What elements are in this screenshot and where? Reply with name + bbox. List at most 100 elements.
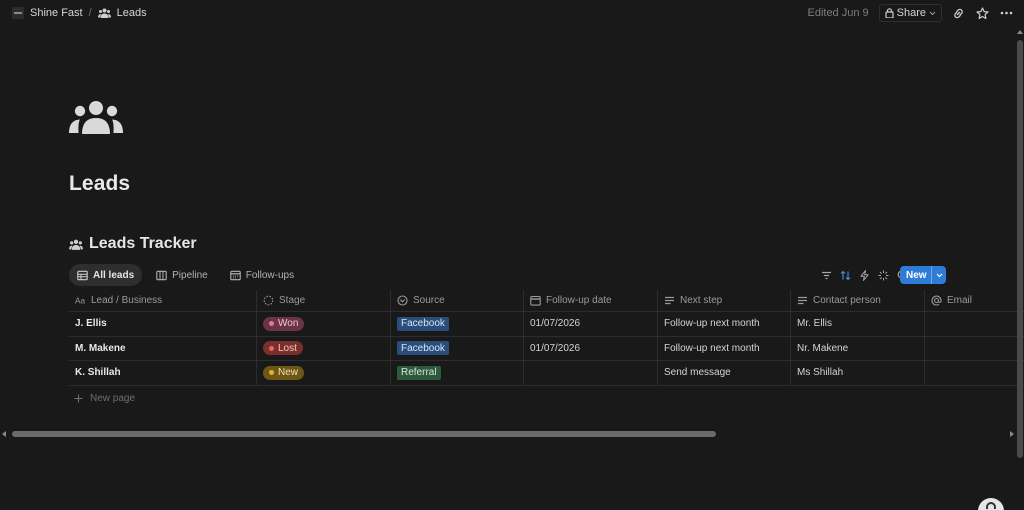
edited-timestamp: Edited Jun 9 bbox=[807, 7, 869, 19]
stage-cell[interactable]: New bbox=[257, 361, 391, 385]
email-cell[interactable] bbox=[925, 361, 1024, 385]
page-title[interactable]: Leads bbox=[69, 172, 130, 196]
column-header-follow-up-date[interactable]: Follow-up date bbox=[524, 290, 658, 311]
stage-dot bbox=[269, 345, 274, 351]
email-cell[interactable] bbox=[925, 312, 1024, 336]
workspace-logo-icon[interactable] bbox=[12, 7, 24, 19]
plus-icon bbox=[74, 394, 83, 403]
column-header-lead[interactable]: Aa Lead / Business bbox=[69, 290, 257, 311]
share-label: Share bbox=[896, 7, 926, 19]
database-title-text: Leads Tracker bbox=[89, 235, 197, 252]
follow-up-date-cell[interactable]: 01/07/2026 bbox=[524, 312, 658, 336]
column-label: Email bbox=[947, 295, 973, 306]
stage-cell[interactable]: Lost bbox=[257, 336, 391, 360]
stage-badge: Won bbox=[263, 316, 305, 331]
tab-all-leads[interactable]: All leads bbox=[69, 264, 143, 286]
date-icon bbox=[530, 295, 541, 306]
stage-dot bbox=[269, 321, 274, 327]
next-step-cell[interactable]: Follow-up next month bbox=[658, 336, 791, 360]
page-people-icon[interactable] bbox=[68, 100, 124, 134]
top-right-actions: Edited Jun 9 Share bbox=[807, 3, 1014, 23]
follow-up-date-cell[interactable] bbox=[524, 361, 658, 385]
more-options-icon[interactable] bbox=[998, 5, 1014, 21]
people-icon bbox=[69, 239, 83, 250]
chevron-down-icon[interactable] bbox=[931, 266, 946, 284]
column-label: Next step bbox=[680, 295, 723, 306]
new-page-label: New page bbox=[90, 393, 136, 404]
top-bar: Shine Fast / Leads Edited Jun 9 Share bbox=[0, 0, 1024, 26]
help-button[interactable] bbox=[978, 498, 1004, 510]
calendar-icon bbox=[229, 270, 241, 280]
source-tag: Facebook bbox=[397, 316, 449, 331]
text-icon bbox=[665, 296, 674, 305]
follow-up-date-cell[interactable]: 01/07/2026 bbox=[524, 336, 658, 360]
source-cell[interactable]: Facebook bbox=[391, 336, 524, 360]
select-icon bbox=[397, 295, 408, 306]
new-page-button[interactable]: New page bbox=[74, 393, 135, 404]
column-label: Follow-up date bbox=[546, 295, 612, 306]
svg-text:Aa: Aa bbox=[75, 297, 86, 306]
lock-icon bbox=[885, 8, 894, 18]
table-row[interactable]: M. Makene Lost Facebook 01/07/2026 Follo… bbox=[69, 336, 1024, 361]
column-header-next-step[interactable]: Next step bbox=[658, 290, 791, 311]
tab-label: Follow-ups bbox=[245, 269, 295, 281]
source-cell[interactable]: Referral bbox=[391, 361, 524, 385]
breadcrumb-separator: / bbox=[88, 7, 92, 19]
next-step-cell[interactable]: Follow-up next month bbox=[658, 312, 791, 336]
sort-icon[interactable] bbox=[839, 269, 851, 281]
column-header-email[interactable]: Email bbox=[925, 290, 1024, 311]
table-row[interactable]: J. Ellis Won Facebook 01/07/2026 Follow-… bbox=[69, 312, 1024, 337]
filter-icon[interactable] bbox=[820, 269, 832, 281]
stage-label: Won bbox=[278, 318, 299, 330]
view-tabs: All leads Pipeline Follow-ups bbox=[69, 264, 302, 286]
source-tag: Facebook bbox=[397, 341, 449, 356]
column-label: Contact person bbox=[813, 295, 881, 306]
column-header-stage[interactable]: Stage bbox=[257, 290, 391, 311]
contact-person-cell[interactable]: Ms Shillah bbox=[791, 361, 925, 385]
vertical-scroll-thumb[interactable] bbox=[1017, 40, 1023, 458]
people-icon bbox=[97, 8, 111, 18]
breadcrumb-workspace[interactable]: Shine Fast bbox=[30, 7, 83, 19]
table-row[interactable]: K. Shillah New Referral Send message Ms … bbox=[69, 361, 1024, 386]
horizontal-scrollbar[interactable] bbox=[0, 429, 1018, 439]
lead-name-cell[interactable]: M. Makene bbox=[69, 336, 257, 360]
new-record-button[interactable]: New bbox=[900, 266, 946, 284]
horizontal-scroll-thumb[interactable] bbox=[12, 431, 716, 437]
email-cell[interactable] bbox=[925, 337, 1024, 361]
lead-name-cell[interactable]: K. Shillah bbox=[69, 361, 257, 385]
vertical-scrollbar[interactable] bbox=[1016, 28, 1024, 460]
scroll-right-icon[interactable] bbox=[1010, 431, 1014, 437]
column-label: Source bbox=[413, 295, 445, 306]
database-title[interactable]: Leads Tracker bbox=[69, 235, 197, 253]
share-button[interactable]: Share bbox=[878, 4, 942, 22]
stage-badge: Lost bbox=[263, 341, 303, 356]
table-header: Aa Lead / Business Stage Source Follow-u… bbox=[69, 290, 1024, 312]
stage-label: Lost bbox=[278, 342, 297, 354]
stage-cell[interactable]: Won bbox=[257, 312, 391, 336]
stage-label: New bbox=[278, 367, 299, 379]
contact-person-cell[interactable]: Mr. Ellis bbox=[791, 312, 925, 336]
chevron-down-icon bbox=[929, 11, 936, 15]
next-step-cell[interactable]: Send message bbox=[658, 361, 791, 385]
help-icon bbox=[986, 502, 996, 509]
column-header-contact-person[interactable]: Contact person bbox=[791, 290, 925, 311]
tab-pipeline[interactable]: Pipeline bbox=[148, 264, 216, 286]
link-icon[interactable] bbox=[950, 5, 966, 21]
new-button-label: New bbox=[906, 269, 927, 281]
contact-person-cell[interactable]: Nr. Makene bbox=[791, 336, 925, 360]
breadcrumb-page[interactable]: Leads bbox=[117, 7, 147, 19]
tab-follow-ups[interactable]: Follow-ups bbox=[222, 264, 302, 286]
breadcrumb: Shine Fast / Leads bbox=[12, 5, 147, 21]
scroll-up-icon[interactable] bbox=[1017, 30, 1023, 34]
leads-table: Aa Lead / Business Stage Source Follow-u… bbox=[69, 290, 1024, 386]
source-cell[interactable]: Facebook bbox=[391, 312, 524, 336]
board-icon bbox=[156, 270, 167, 280]
automation-bolt-icon[interactable] bbox=[858, 269, 870, 281]
lead-name-cell[interactable]: J. Ellis bbox=[69, 312, 257, 336]
status-icon bbox=[263, 295, 274, 306]
loading-sparkle-icon[interactable] bbox=[877, 269, 889, 281]
scroll-left-icon[interactable] bbox=[2, 431, 6, 437]
column-header-source[interactable]: Source bbox=[391, 290, 524, 311]
star-icon[interactable] bbox=[974, 5, 990, 21]
stage-badge: New bbox=[263, 365, 305, 380]
